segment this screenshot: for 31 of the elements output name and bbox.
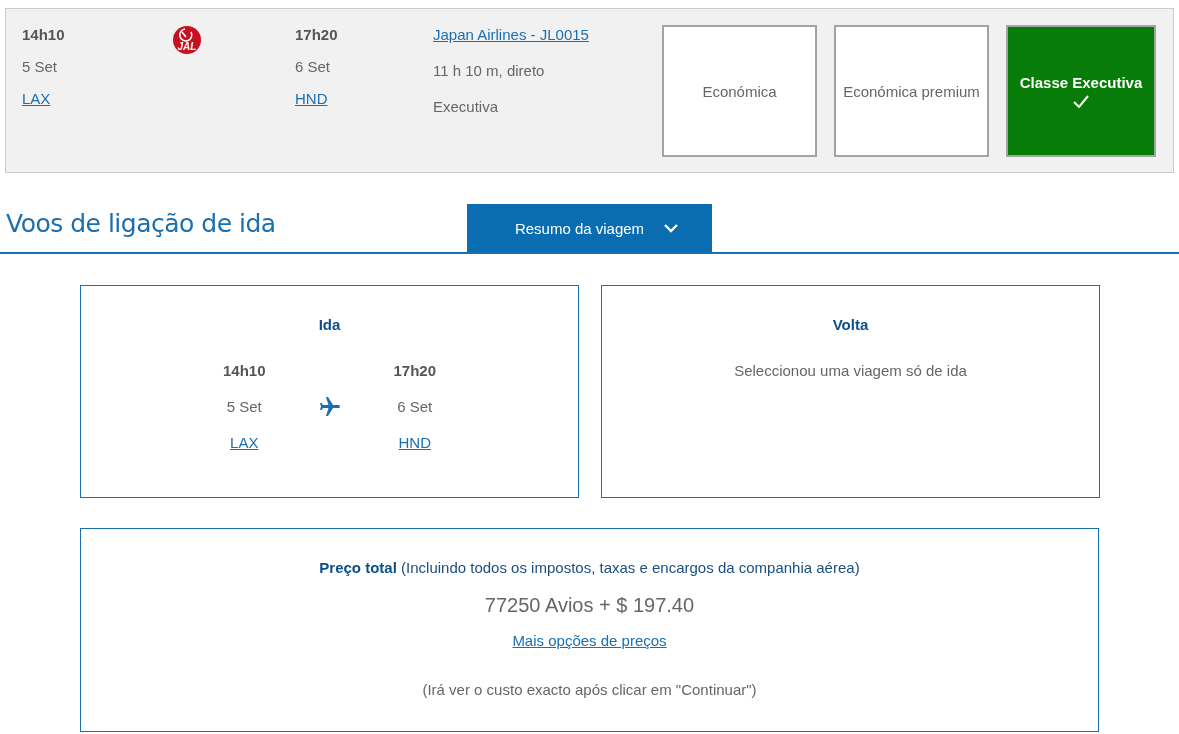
departure-time: 17h20 xyxy=(393,361,437,381)
cabin-option[interactable]: Classe Executiva xyxy=(1006,25,1156,157)
price-options-link[interactable]: Mais opções de preços xyxy=(512,631,667,651)
date-text: 5 Set xyxy=(226,397,262,417)
date-text: 5 Set xyxy=(22,57,59,77)
airport-link[interactable]: HND xyxy=(295,89,328,109)
trip-summary-tab[interactable]: Resumo da viagem xyxy=(467,204,712,252)
departure-time: 14h10 xyxy=(22,25,66,45)
check-icon xyxy=(1073,95,1089,108)
airport-link[interactable]: HND xyxy=(398,433,431,453)
chevron-icon xyxy=(664,223,679,233)
price-title: Preço total (Incluindo todos os impostos, taxas e encargos da companhia aérea) xyxy=(319,559,860,576)
airline-logo-icon: JAL xyxy=(172,25,202,55)
date-text: 6 Set xyxy=(397,397,433,417)
flight-link[interactable]: Japan Airlines - JL0015 xyxy=(433,25,589,45)
airport-link[interactable]: LAX xyxy=(22,89,51,109)
departure-time: 14h10 xyxy=(222,361,266,381)
section-title: Voos de ligação de ida xyxy=(6,209,277,238)
date-text: 6 Set xyxy=(295,57,332,77)
cabin-option[interactable]: Económica premium xyxy=(834,25,989,157)
cabin-option[interactable]: Económica xyxy=(662,25,817,157)
cabin-text: Executiva xyxy=(433,97,500,117)
airport-link[interactable]: LAX xyxy=(230,433,259,453)
price-amount: 77250 Avios + $ 197.40 xyxy=(484,594,695,617)
arrival-time: 17h20 xyxy=(295,25,339,45)
duration-text: 11 h 10 m, direto xyxy=(433,61,546,81)
card-title: Volta xyxy=(832,316,869,333)
price-note: (Irá ver o custo exacto após clicar em "Continuar") xyxy=(422,681,757,698)
airplane-icon xyxy=(317,395,342,419)
card-title: Ida xyxy=(318,316,341,333)
one-way-message: Seleccionou uma viagem só de ida xyxy=(734,361,967,381)
